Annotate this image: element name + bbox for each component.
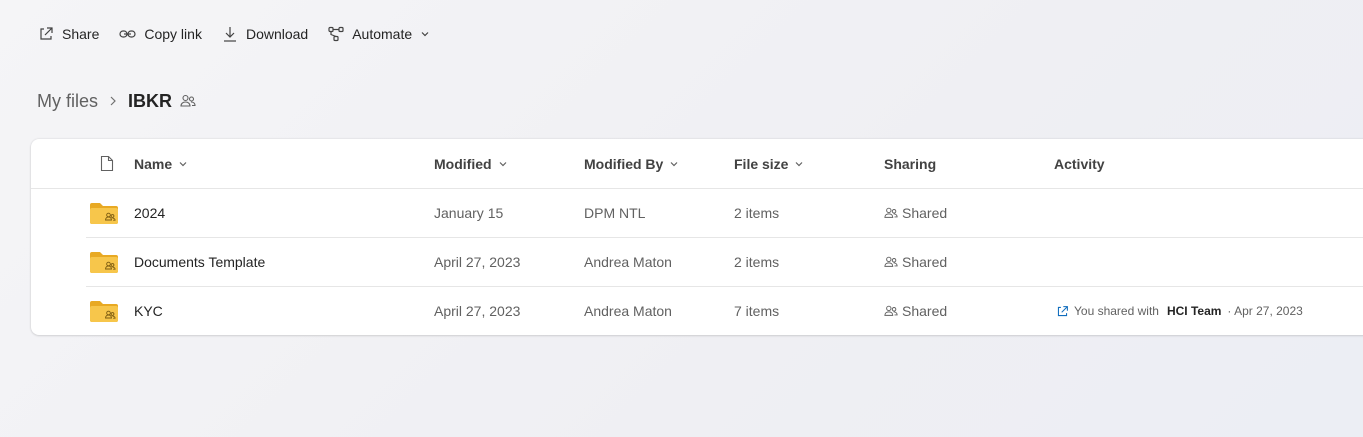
sharing-status[interactable]: Shared (884, 287, 947, 335)
file-size: 2 items (734, 254, 780, 270)
chevron-down-icon (179, 161, 187, 166)
activity-target: HCI Team (1166, 304, 1222, 318)
breadcrumb-current: IBKR (128, 90, 173, 111)
chevron-down-icon (670, 161, 678, 166)
share-label: Share (62, 26, 100, 42)
modified-date: January 15 (434, 205, 504, 221)
automate-icon (328, 26, 344, 42)
folder-shared-icon (89, 238, 119, 286)
share-button[interactable]: Share (38, 26, 99, 42)
sharing-label: Shared (902, 205, 948, 221)
file-size: 2 items (734, 205, 780, 221)
download-label: Download (245, 26, 309, 42)
activity-entry[interactable]: You shared with HCI Team · Apr 27, 2023 (1056, 287, 1303, 335)
column-activity[interactable]: Activity (1054, 139, 1105, 188)
modified-by: DPM NTL (584, 205, 646, 221)
people-icon (884, 207, 898, 218)
sharing-status[interactable]: Shared (884, 238, 947, 286)
file-name[interactable]: Documents Template (134, 238, 265, 286)
sharing-label: Shared (902, 254, 948, 270)
link-icon (119, 30, 136, 38)
download-button[interactable]: Download (222, 26, 308, 42)
automate-button[interactable]: Automate (328, 26, 430, 42)
file-name[interactable]: 2024 (134, 189, 165, 237)
activity-prefix: You shared with (1074, 304, 1159, 318)
people-icon (884, 256, 898, 267)
chevron-down-icon (421, 32, 429, 37)
copy-link-label: Copy link (144, 26, 202, 42)
column-modified-by[interactable]: Modified By (584, 139, 679, 188)
modified-by: Andrea Maton (584, 303, 672, 319)
column-sharing-label: Sharing (884, 155, 937, 172)
share-icon (1057, 305, 1068, 316)
folder-shared-icon (89, 287, 119, 335)
column-modified-by-label: Modified By (584, 155, 664, 172)
column-modified-label: Modified (434, 155, 492, 172)
command-bar: Share Copy link Download Automate (38, 22, 450, 46)
modified-date: April 27, 2023 (434, 254, 521, 270)
file-type-column-header[interactable] (94, 139, 114, 188)
download-icon (223, 27, 236, 42)
column-activity-label: Activity (1054, 155, 1105, 172)
table-row[interactable]: 2024 January 15 DPM NTL 2 items Shared (86, 189, 1363, 238)
file-type-icon (100, 155, 114, 172)
column-name[interactable]: Name (134, 139, 188, 188)
chevron-down-icon (796, 161, 803, 166)
table-row[interactable]: KYC April 27, 2023 Andrea Maton 7 items … (86, 287, 1363, 335)
column-sharing[interactable]: Sharing (884, 139, 936, 188)
table-row[interactable]: Documents Template April 27, 2023 Andrea… (86, 238, 1363, 287)
column-file-size-label: File size (734, 155, 789, 172)
modified-by: Andrea Maton (584, 254, 672, 270)
sharing-label: Shared (902, 303, 948, 319)
folder-shared-icon (89, 189, 119, 237)
column-modified[interactable]: Modified (434, 139, 508, 188)
chevron-right-icon (108, 95, 118, 107)
sharing-status[interactable]: Shared (884, 189, 947, 237)
breadcrumb: My files IBKR (37, 88, 196, 114)
people-icon (180, 93, 196, 109)
share-icon (40, 27, 53, 40)
chevron-down-icon (499, 161, 506, 166)
people-icon (884, 305, 898, 316)
file-list: Name Modified Modified By File size Shar… (31, 139, 1363, 335)
column-file-size[interactable]: File size (734, 139, 804, 188)
column-header-row: Name Modified Modified By File size Shar… (31, 139, 1363, 189)
activity-date: · Apr 27, 2023 (1227, 304, 1303, 318)
breadcrumb-my-files[interactable]: My files (37, 91, 98, 112)
file-size: 7 items (734, 303, 780, 319)
copy-link-button[interactable]: Copy link (119, 26, 202, 42)
automate-label: Automate (352, 26, 413, 42)
column-name-label: Name (134, 155, 173, 172)
modified-date: April 27, 2023 (434, 303, 521, 319)
file-name[interactable]: KYC (134, 287, 163, 335)
